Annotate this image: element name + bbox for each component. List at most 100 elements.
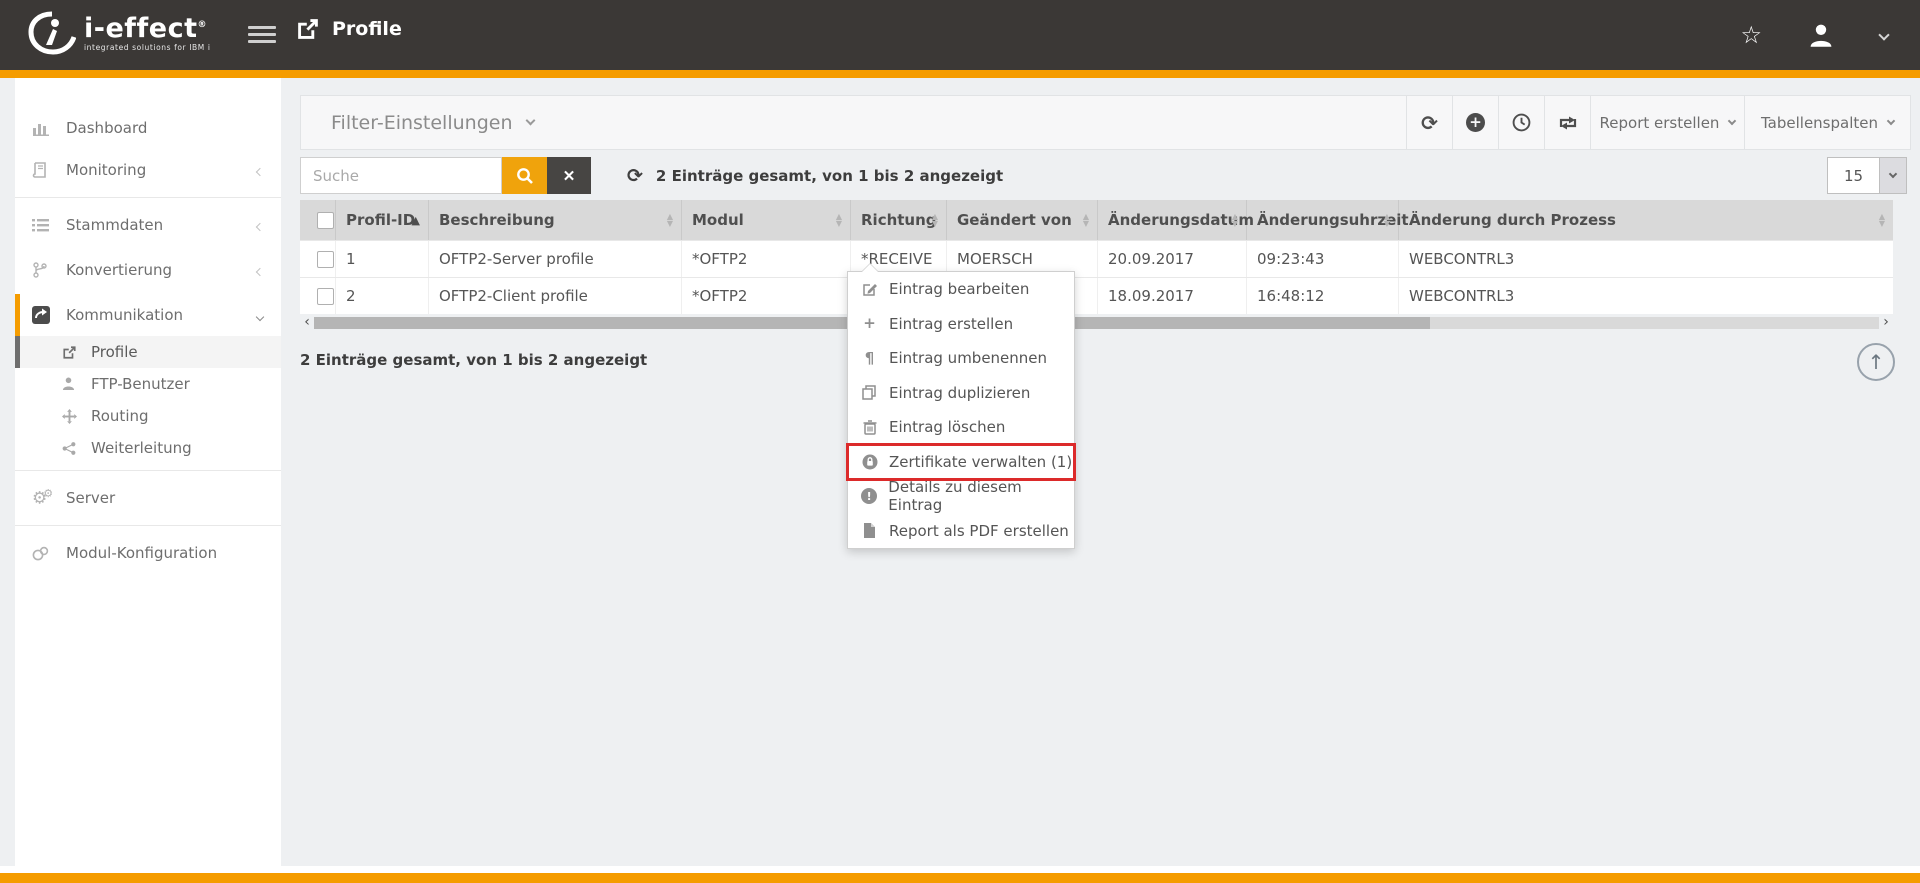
clock-icon: [1512, 113, 1531, 132]
tabellenspalten-dropdown[interactable]: Tabellenspalten: [1744, 96, 1910, 149]
menu-item-eintrag-umbenennen[interactable]: ¶ Eintrag umbenennen: [848, 341, 1074, 376]
transfer-button[interactable]: [1544, 96, 1590, 149]
chevron-down-icon: [256, 313, 264, 321]
pilcrow-icon: ¶: [859, 351, 880, 366]
search-bar: ✕ ⟳ 2 Einträge gesamt, von 1 bis 2 angez…: [300, 157, 1003, 194]
sidebar-item-label: Stammdaten: [66, 216, 163, 234]
table-header-row: Profil-ID ▲ Beschreibung ▲▼ Modul ▲▼ Ric…: [300, 200, 1893, 240]
menu-item-details[interactable]: ! Details zu diesem Eintrag: [848, 479, 1074, 514]
menu-item-eintrag-loeschen[interactable]: Eintrag löschen: [848, 410, 1074, 445]
column-header-aenderungsdatum[interactable]: Änderungsdatum ▲▼: [1098, 200, 1247, 240]
info-exclamation-icon: !: [859, 488, 879, 504]
sidebar-subitem-profile[interactable]: Profile: [15, 336, 281, 368]
search-button[interactable]: [502, 157, 547, 194]
sidebar-subitem-routing[interactable]: Routing: [15, 400, 281, 432]
results-summary: 2 Einträge gesamt, von 1 bis 2 angezeigt: [656, 167, 1003, 185]
sidebar-subitem-ftp-benutzer[interactable]: FTP-Benutzer: [15, 368, 281, 400]
x-icon: ✕: [563, 167, 576, 185]
column-header-geaendert-von[interactable]: Geändert von ▲▼: [947, 200, 1098, 240]
cell-beschreibung: OFTP2-Client profile: [429, 278, 682, 314]
row-checkbox[interactable]: [317, 251, 334, 268]
user-menu-chevron-icon[interactable]: [1878, 29, 1889, 40]
search-icon: [516, 167, 534, 185]
modules-icon: [32, 546, 58, 561]
select-all-checkbox[interactable]: [317, 212, 334, 229]
history-button[interactable]: [1498, 96, 1544, 149]
sidebar-item-modul-konfiguration[interactable]: Modul-Konfiguration: [15, 532, 281, 574]
sort-icon: ▲▼: [1879, 213, 1885, 227]
cell-modul: *OFTP2: [682, 241, 851, 277]
column-header-beschreibung[interactable]: Beschreibung ▲▼: [429, 200, 682, 240]
scrollbar-track[interactable]: [1430, 317, 1879, 329]
clear-search-button[interactable]: ✕: [547, 157, 591, 194]
reload-results-icon[interactable]: ⟳: [627, 165, 643, 187]
table-row[interactable]: 2 OFTP2-Client profile *OFTP2 18.09.2017…: [300, 277, 1893, 314]
scroll-right-arrow[interactable]: ›: [1879, 314, 1893, 331]
table-row[interactable]: 1 OFTP2-Server profile *OFTP2 *RECEIVE M…: [300, 240, 1893, 277]
refresh-button[interactable]: ⟳: [1406, 96, 1452, 149]
sidebar-subitem-weiterleitung[interactable]: Weiterleitung: [15, 432, 281, 464]
sort-icon: ▲▼: [1384, 213, 1390, 227]
cell-aenderungsdatum: 18.09.2017: [1098, 278, 1247, 314]
menu-item-eintrag-duplizieren[interactable]: Eintrag duplizieren: [848, 376, 1074, 411]
scroll-left-arrow[interactable]: ‹: [300, 314, 314, 331]
sidebar-navigation: Dashboard Monitoring Stammdaten Konverti…: [15, 78, 281, 866]
certificate-lock-icon: [859, 454, 880, 470]
column-header-richtung[interactable]: Richtung ▲▼: [851, 200, 947, 240]
person-icon: [62, 377, 84, 391]
favorite-star-icon[interactable]: ☆: [1740, 23, 1762, 47]
refresh-icon: ⟳: [1421, 113, 1438, 133]
row-checkbox[interactable]: [317, 288, 334, 305]
report-erstellen-dropdown[interactable]: Report erstellen: [1590, 96, 1744, 149]
search-input[interactable]: [300, 157, 502, 194]
sidebar-item-dashboard[interactable]: Dashboard: [15, 107, 281, 149]
sort-icon: ▲▼: [667, 213, 673, 227]
sidebar-item-stammdaten[interactable]: Stammdaten: [15, 204, 281, 246]
chevron-left-icon: [256, 168, 264, 176]
cell-prozess: WEBCONTRL3: [1399, 278, 1893, 314]
accent-bar-top: [0, 70, 1920, 78]
filter-settings-dropdown[interactable]: Filter-Einstellungen: [301, 96, 1406, 149]
add-entry-button[interactable]: +: [1452, 96, 1498, 149]
column-header-aenderungsuhrzeit[interactable]: Änderungsuhrzeit ▲▼: [1247, 200, 1399, 240]
menu-toggle-icon[interactable]: [248, 22, 276, 46]
sidebar-item-label: Server: [66, 489, 115, 507]
cell-profil-id: 1: [336, 241, 429, 277]
menu-item-eintrag-erstellen[interactable]: + Eintrag erstellen: [848, 307, 1074, 342]
sidebar-item-konvertierung[interactable]: Konvertierung: [15, 249, 281, 291]
sidebar-item-label: Kommunikation: [66, 306, 183, 324]
sort-icon: ▲▼: [1083, 213, 1089, 227]
sidebar-item-server[interactable]: ⚙⚙ Server: [15, 477, 281, 519]
application-window: i-effect® integrated solutions for IBM i…: [0, 0, 1920, 883]
user-account-icon[interactable]: [1808, 22, 1834, 48]
scroll-to-top-button[interactable]: ↑: [1857, 343, 1895, 381]
sidebar-item-monitoring[interactable]: Monitoring: [15, 149, 281, 191]
menu-item-report-pdf[interactable]: Report als PDF erstellen: [848, 514, 1074, 549]
column-header-modul[interactable]: Modul ▲▼: [682, 200, 851, 240]
trash-icon: [859, 420, 880, 435]
arrow-up-icon: ↑: [1868, 350, 1885, 374]
profiles-table: Profil-ID ▲ Beschreibung ▲▼ Modul ▲▼ Ric…: [300, 200, 1893, 331]
cell-aenderungsuhrzeit: 09:23:43: [1247, 241, 1399, 277]
external-link-icon: [296, 17, 320, 41]
sidebar-divider: [15, 525, 281, 526]
sidebar-divider: [15, 197, 281, 198]
accent-bar-bottom: [0, 873, 1920, 883]
edit-icon: [859, 281, 880, 297]
row-context-menu: Eintrag bearbeiten + Eintrag erstellen ¶…: [847, 271, 1075, 549]
column-header-profil-id[interactable]: Profil-ID ▲: [336, 200, 429, 240]
cell-profil-id: 2: [336, 278, 429, 314]
sort-icon: ▲▼: [1232, 213, 1238, 227]
plus-circle-icon: +: [1466, 113, 1485, 132]
column-header-aenderung-durch-prozess[interactable]: Änderung durch Prozess ▲▼: [1399, 200, 1893, 240]
page-title: Profile: [332, 18, 402, 40]
page-size-value: 15: [1828, 158, 1879, 193]
horizontal-scrollbar: ‹ ›: [300, 314, 1893, 331]
menu-item-eintrag-bearbeiten[interactable]: Eintrag bearbeiten: [848, 272, 1074, 307]
page-size-select[interactable]: 15: [1827, 157, 1907, 194]
chevron-left-icon: [256, 268, 264, 276]
sidebar-item-kommunikation[interactable]: Kommunikation: [15, 294, 281, 336]
menu-item-zertifikate-verwalten[interactable]: Zertifikate verwalten (1): [848, 445, 1074, 480]
footer-strip: [0, 866, 1920, 873]
pdf-file-icon: [859, 523, 880, 538]
